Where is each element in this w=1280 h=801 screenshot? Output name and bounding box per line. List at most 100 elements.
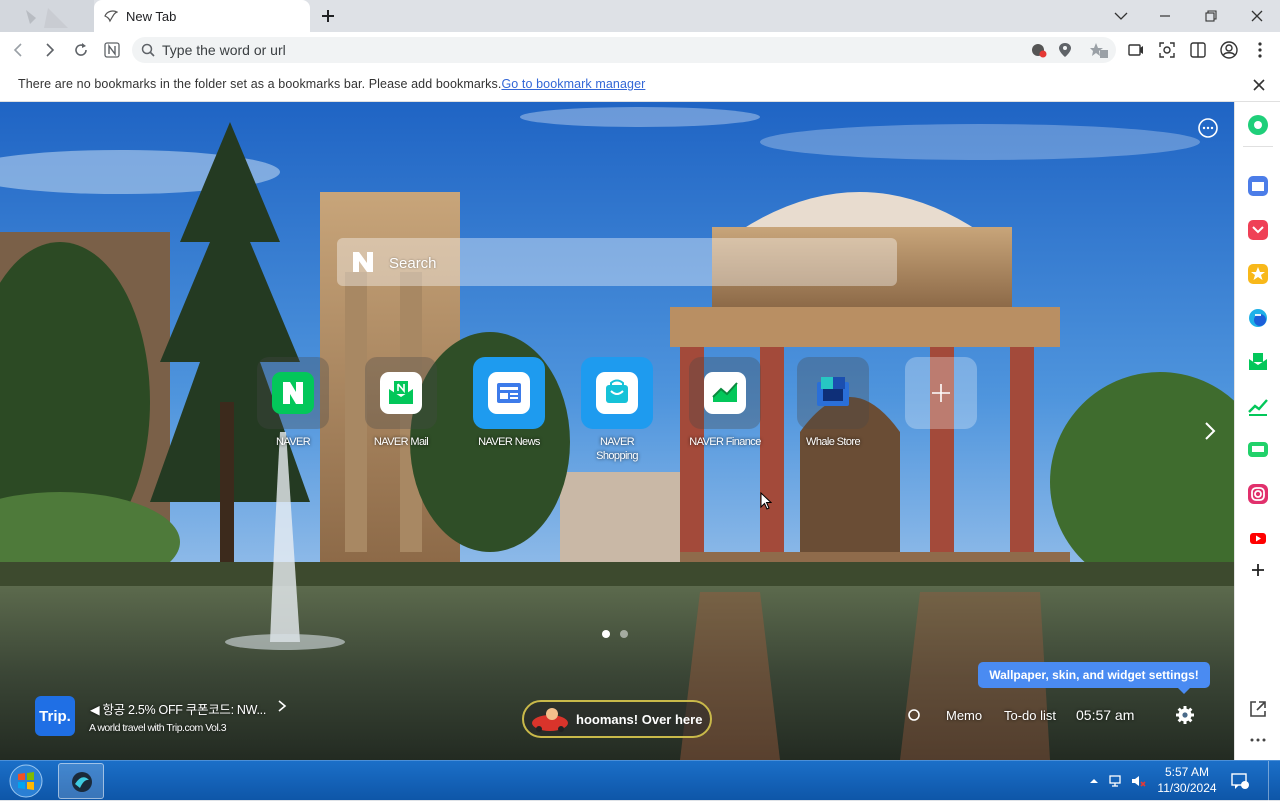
whale-icon[interactable] [1247, 114, 1269, 136]
bookmark-manager-link[interactable]: Go to bookmark manager [501, 77, 645, 91]
start-button[interactable] [6, 763, 46, 799]
menu-button[interactable] [1248, 38, 1272, 62]
papago-icon[interactable] [1247, 439, 1269, 461]
hoomans-label: hoomans! Over here [576, 712, 703, 727]
settings-tooltip: Wallpaper, skin, and widget settings! [978, 662, 1210, 694]
shortcut-naver-mail[interactable]: NAVER Mail [361, 357, 441, 449]
shortcut-naver-finance[interactable]: NAVER Finance [685, 357, 765, 449]
tray-arrow-icon[interactable] [1086, 773, 1102, 789]
youtube-icon[interactable] [1247, 527, 1269, 549]
naver-logo-icon [272, 372, 314, 414]
bookmark-notice-close-button[interactable] [1248, 74, 1270, 96]
gear-icon [1176, 706, 1194, 724]
shortcut-label: NAVER Shopping [596, 436, 638, 462]
taskbar-time: 5:57 AM [1164, 765, 1210, 779]
chevron-right-icon[interactable] [276, 699, 288, 713]
tab-strip: New Tab [0, 0, 1280, 32]
more-horizontal-icon[interactable] [1247, 729, 1269, 751]
external-link-icon[interactable] [1247, 698, 1269, 720]
show-desktop-button[interactable] [1268, 761, 1280, 801]
page-dot[interactable] [620, 630, 628, 638]
naver-finance-tile-icon [689, 357, 761, 429]
chat-bubble-icon [1198, 118, 1218, 138]
chat-button[interactable] [1196, 116, 1220, 140]
extension-star-icon[interactable] [1090, 42, 1108, 58]
wallpaper-settings-button[interactable] [1175, 705, 1195, 725]
capture-button[interactable] [1155, 38, 1179, 62]
trip-ad-title[interactable]: ◀ 항공 2.5% OFF 쿠폰코드: NW... [90, 699, 266, 718]
restore-button[interactable] [1188, 0, 1234, 32]
shortcut-naver[interactable]: NAVER [253, 357, 333, 449]
plus-icon [932, 384, 950, 402]
refresh-widget-icon[interactable] [907, 708, 921, 722]
network-icon[interactable] [1108, 773, 1124, 789]
chevron-right-icon [1205, 422, 1216, 440]
naver-mail-tile-icon [365, 357, 437, 429]
pocket-icon[interactable] [1247, 219, 1269, 241]
page-dot-active[interactable] [602, 630, 610, 638]
forward-button[interactable] [38, 38, 62, 62]
shortcut-label: NAVER Finance [689, 436, 761, 448]
trip-ad-subtitle: A world travel with Trip.com Vol.3 [89, 722, 227, 734]
volume-muted-icon[interactable] [1130, 773, 1146, 789]
naver-tile-icon [257, 357, 329, 429]
instagram-icon[interactable] [1247, 483, 1269, 505]
profile-icon [1220, 41, 1238, 59]
news-icon [488, 372, 530, 414]
shortcut-naver-shopping[interactable]: NAVER Shopping [577, 357, 657, 463]
naver-mail-icon[interactable] [1247, 351, 1269, 373]
hoomans-widget[interactable]: hoomans! Over here [522, 700, 712, 738]
bird-icon [104, 10, 118, 23]
taskbar-date: 11/30/2024 [1157, 781, 1217, 795]
add-shortcut-button[interactable] [901, 357, 981, 429]
mail-icon [380, 372, 422, 414]
taskbar-clock[interactable]: 5:57 AM 11/30/2024 [1150, 764, 1224, 796]
tab-search-button[interactable] [1098, 0, 1144, 32]
finance-icon[interactable] [1247, 395, 1269, 417]
close-window-button[interactable] [1234, 0, 1280, 32]
home-button[interactable] [100, 38, 124, 62]
memo-widget[interactable]: Memo [946, 708, 982, 723]
whale-store-tile-icon [797, 357, 869, 429]
tab-thumbnail [0, 0, 94, 32]
shortcut-whale-store[interactable]: Whale Store [793, 357, 873, 449]
shortcut-naver-news[interactable]: NAVER News [469, 357, 549, 449]
address-placeholder: Type the word or url [162, 42, 286, 58]
more-vertical-icon [1258, 42, 1262, 58]
minimize-icon [1160, 15, 1170, 17]
next-page-button[interactable] [1202, 420, 1218, 442]
action-center-icon[interactable] [1230, 771, 1250, 791]
naver-search-bar[interactable]: Search [337, 238, 897, 286]
bookmark-notice-text: There are no bookmarks in the folder set… [18, 77, 502, 91]
video-icon [1128, 44, 1143, 56]
active-tab[interactable]: New Tab [94, 0, 310, 32]
location-icon[interactable] [1058, 42, 1072, 58]
naver-home-icon [104, 42, 120, 58]
favorites-icon[interactable] [1247, 263, 1269, 285]
reload-button[interactable] [69, 38, 93, 62]
finance-chart-icon [704, 372, 746, 414]
new-tab-button[interactable] [316, 4, 340, 28]
inactive-tab[interactable] [0, 0, 94, 32]
translate-icon[interactable] [1247, 307, 1269, 329]
shortcut-label: NAVER [275, 436, 311, 448]
address-bar[interactable]: Type the word or url [132, 37, 1116, 63]
picture-in-picture-button[interactable] [1124, 38, 1148, 62]
shortcut-label: NAVER Mail [373, 436, 429, 448]
profile-button[interactable] [1217, 38, 1241, 62]
taskbar-whale-app[interactable] [58, 763, 104, 799]
split-view-button[interactable] [1186, 38, 1210, 62]
naver-logo-icon [353, 252, 373, 272]
trip-logo[interactable]: Trip. [35, 696, 75, 736]
tracker-block-icon[interactable] [1031, 42, 1047, 58]
bookmark-notice-bar: There are no bookmarks in the folder set… [0, 68, 1280, 102]
sidebar-divider [1243, 146, 1273, 147]
add-shortcut-tile [905, 357, 977, 429]
add-icon[interactable] [1247, 559, 1269, 581]
reload-icon [75, 43, 87, 56]
minimize-button[interactable] [1142, 0, 1188, 32]
bookmark-notice: There are no bookmarks in the folder set… [18, 77, 645, 91]
calendar-icon[interactable] [1247, 175, 1269, 197]
back-button[interactable] [6, 38, 30, 62]
todo-widget[interactable]: To-do list [1004, 708, 1056, 723]
